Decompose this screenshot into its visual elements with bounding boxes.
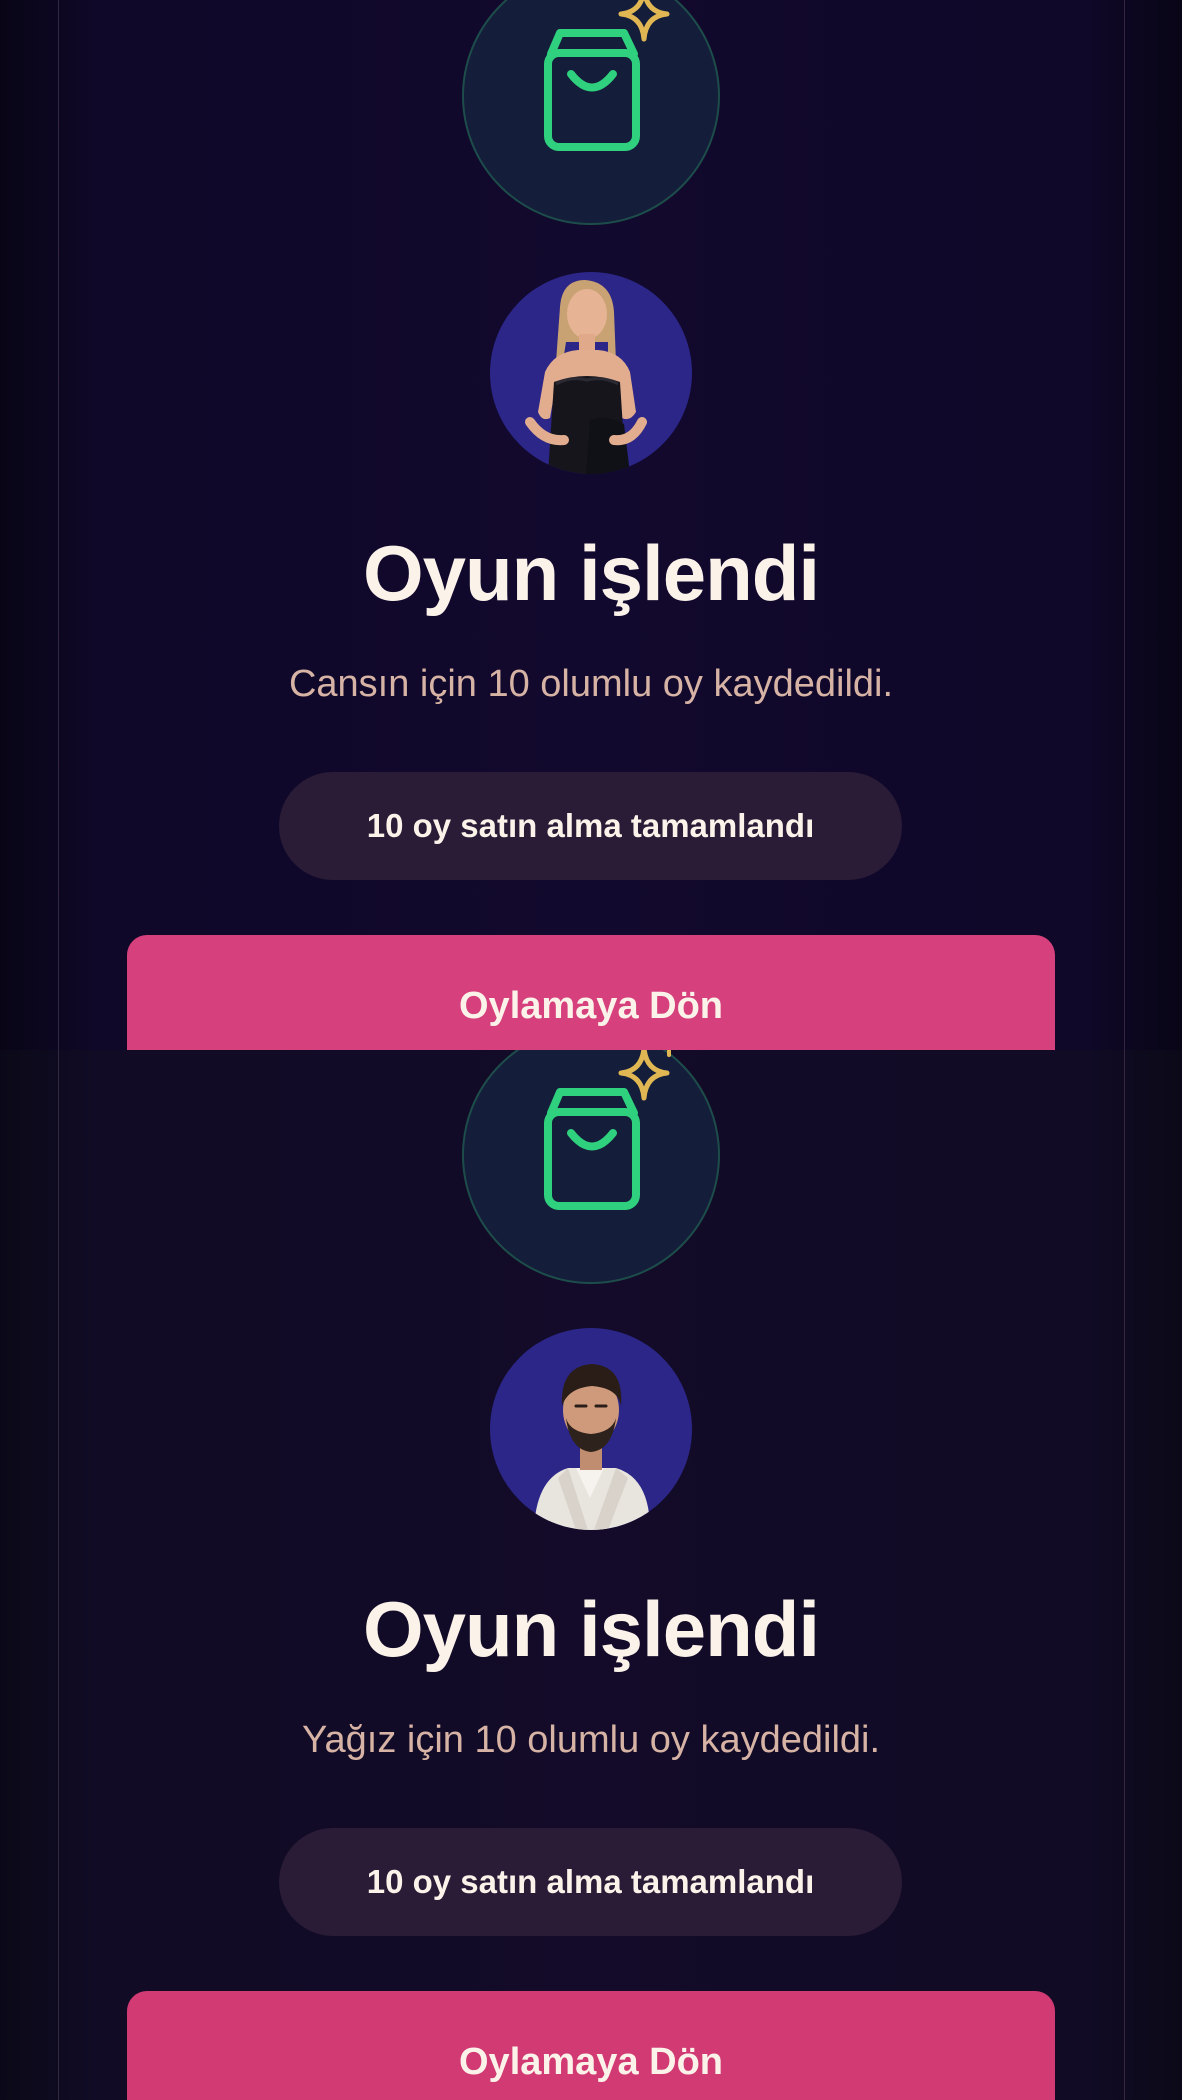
frame-border-left <box>58 0 59 1050</box>
vote-confirmation-message: Cansın için 10 olumlu oy kaydedildi. <box>288 663 894 705</box>
contestant-avatar <box>490 272 692 474</box>
vote-confirmation-screen-1: Oyun işlendi Cansın için 10 olumlu oy ka… <box>0 0 1182 1050</box>
contestant-photo-cansin <box>525 280 647 474</box>
purchase-success-badge <box>462 1050 720 1284</box>
shopping-bag-sparkle-icon <box>544 0 670 151</box>
contestant-photo-yagiz <box>534 1364 650 1530</box>
vote-confirmation-message: Yağız için 10 olumlu oy kaydedildi. <box>301 1719 881 1761</box>
back-to-voting-button[interactable]: Oylamaya Dön <box>127 935 1055 1050</box>
purchase-status-badge: 10 oy satın alma tamamlandı <box>279 1828 902 1936</box>
purchase-success-badge <box>462 0 720 225</box>
purchase-status-badge: 10 oy satın alma tamamlandı <box>279 772 902 880</box>
shopping-bag-sparkle-icon <box>544 1050 671 1210</box>
back-to-voting-button[interactable]: Oylamaya Dön <box>127 1991 1055 2100</box>
frame-border-right <box>1124 1050 1125 2100</box>
frame-border-left <box>58 1050 59 2100</box>
contestant-avatar <box>490 1328 692 1530</box>
page: Oyun işlendi Cansın için 10 olumlu oy ka… <box>0 0 1182 2100</box>
frame-border-right <box>1124 0 1125 1050</box>
vote-confirmation-screen-2: Oyun işlendi Yağız için 10 olumlu oy kay… <box>0 1050 1182 2100</box>
page-title: Oyun işlendi <box>362 1585 820 1673</box>
page-title: Oyun işlendi <box>362 529 820 617</box>
